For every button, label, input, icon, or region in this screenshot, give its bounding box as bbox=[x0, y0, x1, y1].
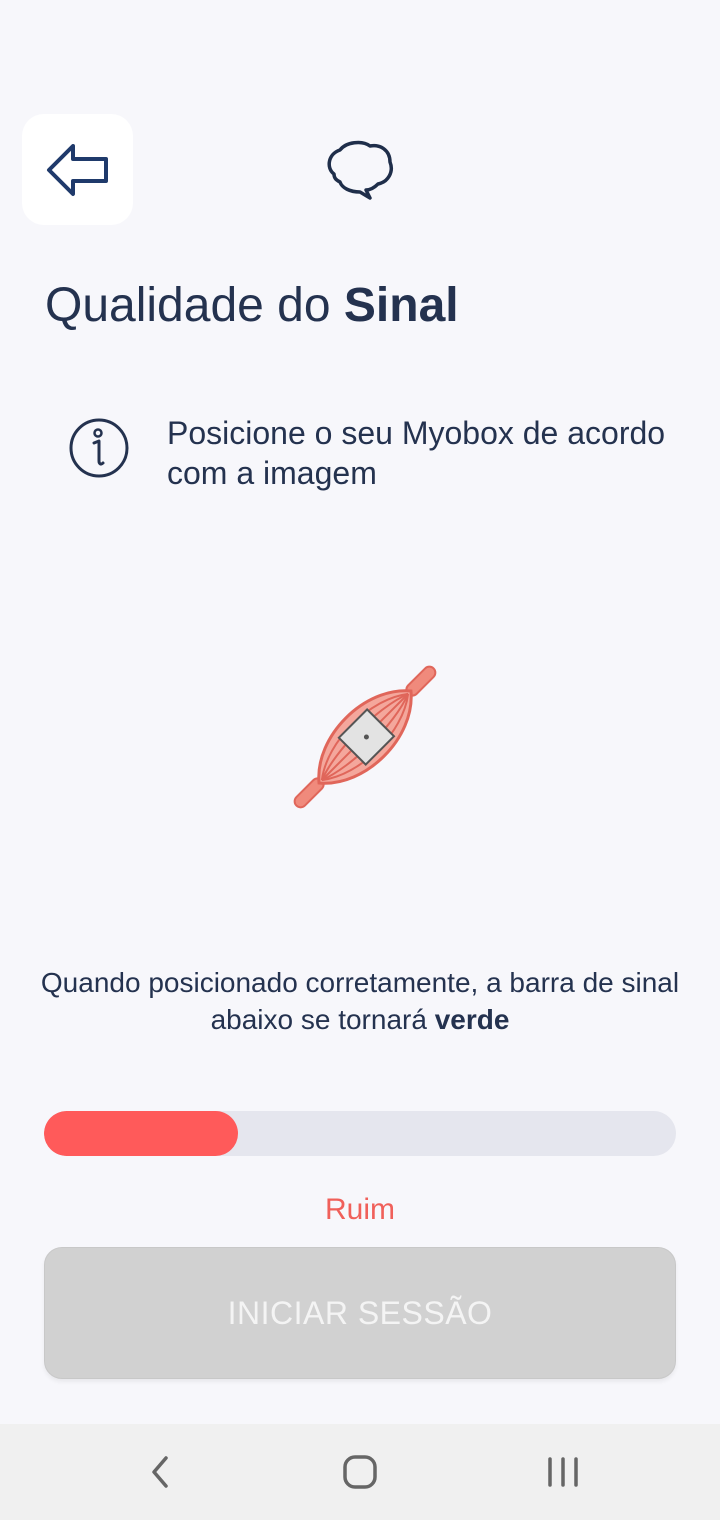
back-button[interactable] bbox=[22, 114, 133, 225]
info-icon bbox=[69, 418, 129, 478]
nav-recents-button[interactable] bbox=[515, 1424, 611, 1520]
system-navigation-bar bbox=[0, 1424, 720, 1520]
instruction-text: Quando posicionado corretamente, a barra… bbox=[40, 967, 680, 1035]
start-session-label: INICIAR SESSÃO bbox=[227, 1294, 493, 1331]
muscle-with-sensor-icon bbox=[293, 665, 437, 809]
info-text: Posicione o seu Myobox de acordo com a i… bbox=[167, 415, 666, 491]
nav-home-icon bbox=[343, 1455, 377, 1489]
nav-recents-icon bbox=[548, 1457, 578, 1487]
nav-home-button[interactable] bbox=[312, 1424, 408, 1520]
brain-outline-icon bbox=[327, 140, 393, 200]
signal-quality-label: Ruim bbox=[324, 1193, 395, 1226]
page-title: Qualidade do Sinal bbox=[45, 279, 459, 332]
nav-back-icon bbox=[152, 1456, 168, 1488]
nav-back-button[interactable] bbox=[112, 1424, 208, 1520]
arrow-left-icon bbox=[46, 143, 108, 196]
signal-quality-fill bbox=[44, 1111, 239, 1156]
signal-quality-bar bbox=[44, 1111, 676, 1156]
start-session-button[interactable]: INICIAR SESSÃO bbox=[44, 1247, 676, 1379]
